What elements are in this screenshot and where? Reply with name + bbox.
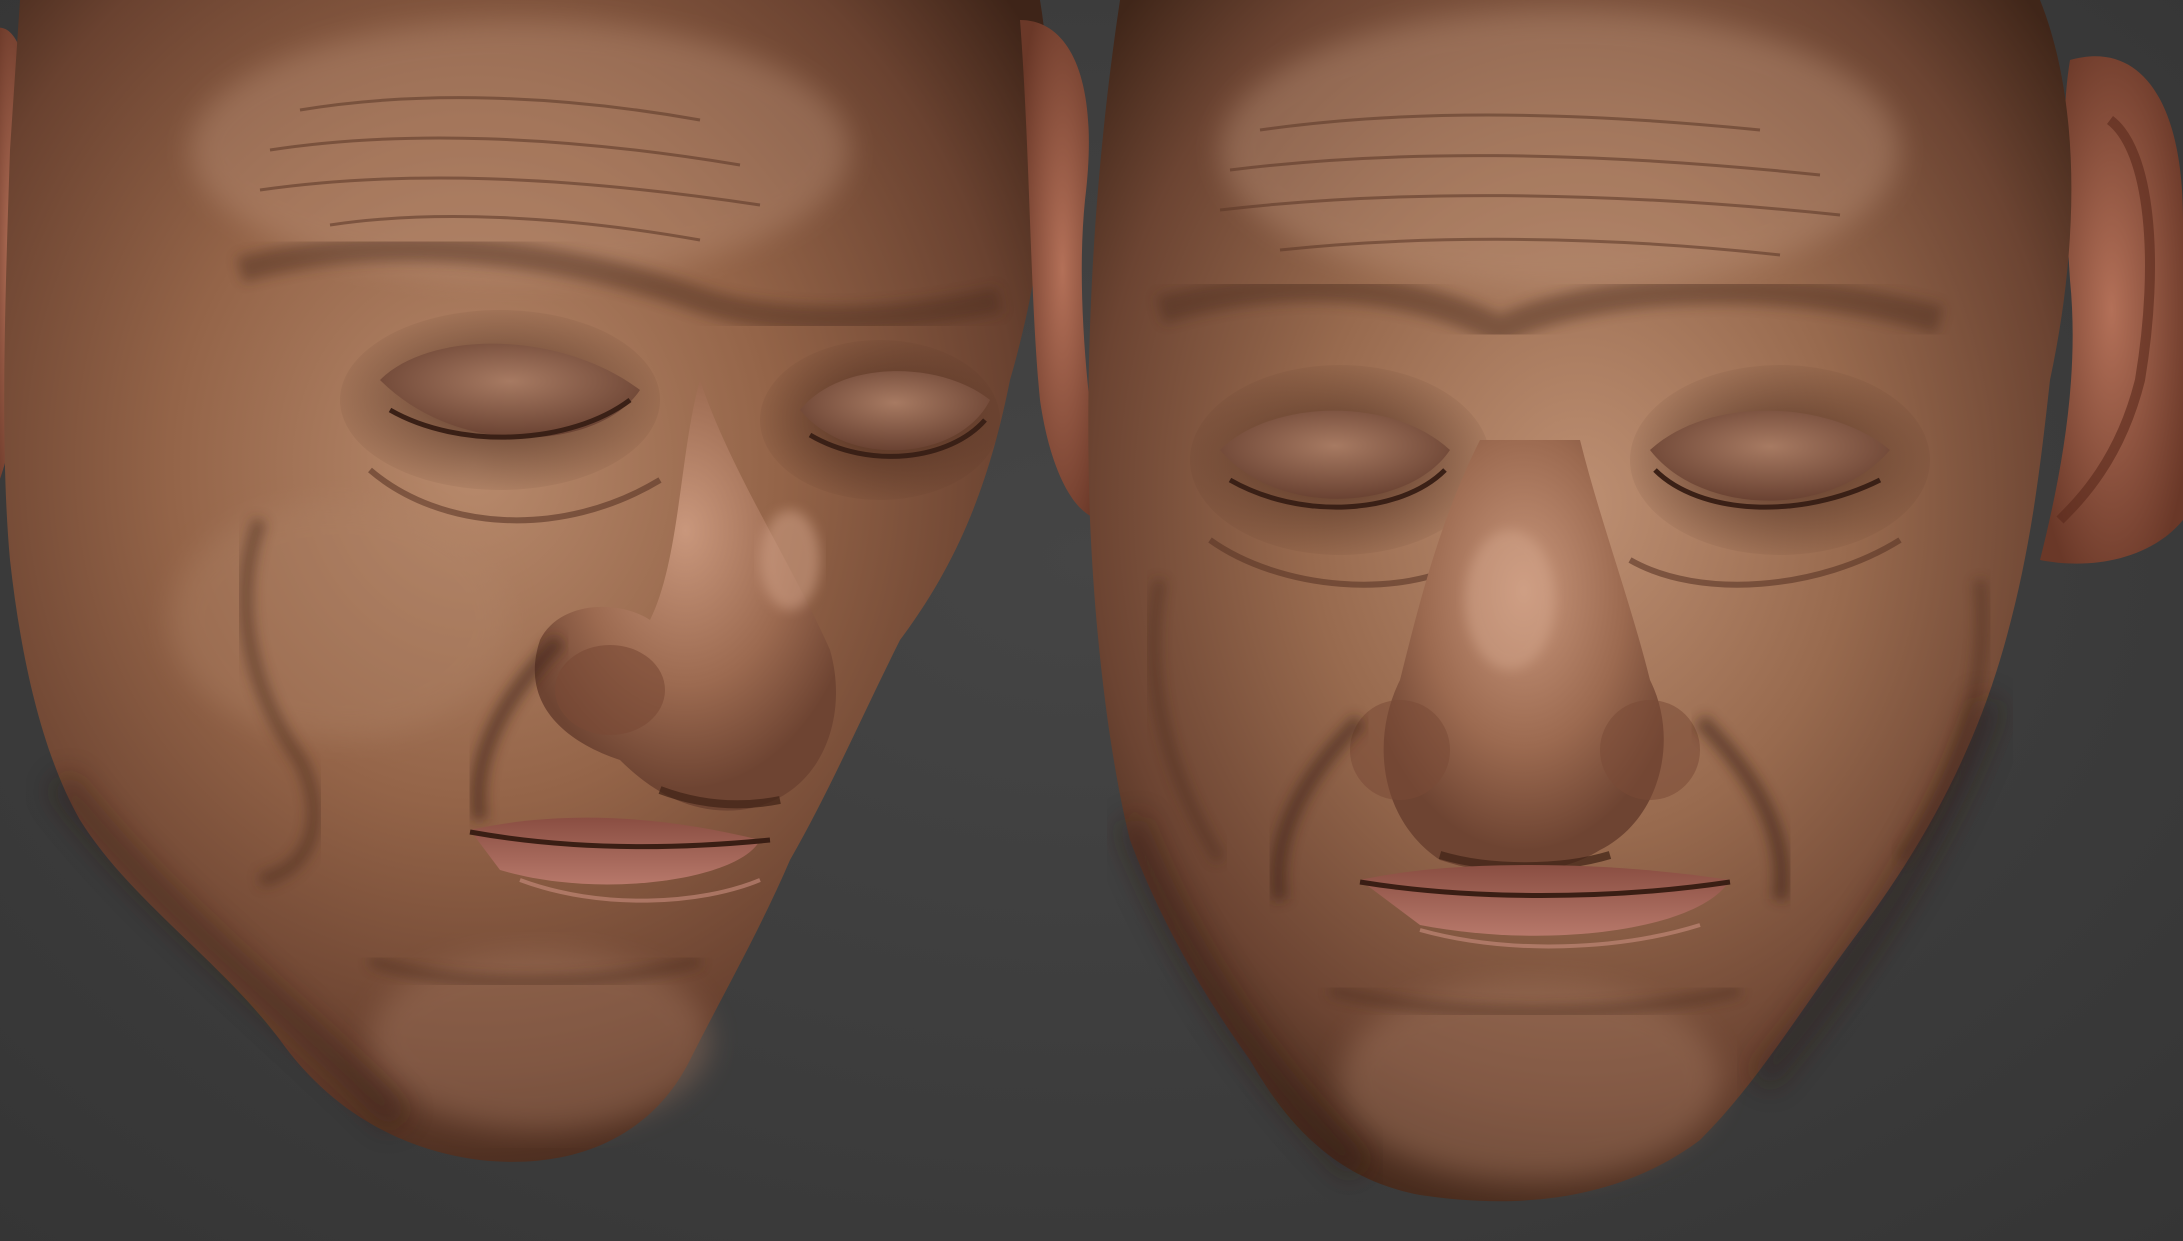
- sculpt-render-svg: [0, 0, 2183, 1202]
- viewport-canvas: [0, 0, 2183, 1241]
- sculpted-head-front: [1020, 0, 2183, 1202]
- sculpted-head-three-quarter: [0, 0, 1049, 1162]
